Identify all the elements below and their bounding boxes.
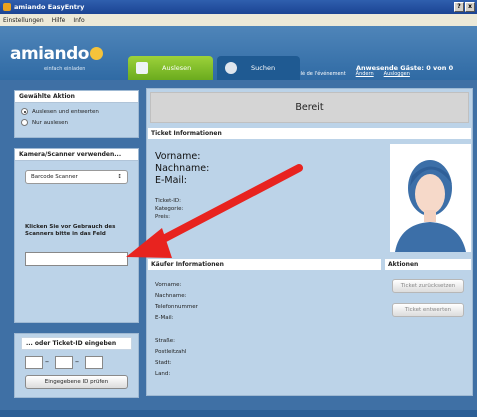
annotation-arrow	[126, 164, 303, 258]
app-window: amiando EasyEntry ? x Einstellungen Hilf…	[0, 0, 477, 417]
footer-bar	[0, 410, 477, 417]
